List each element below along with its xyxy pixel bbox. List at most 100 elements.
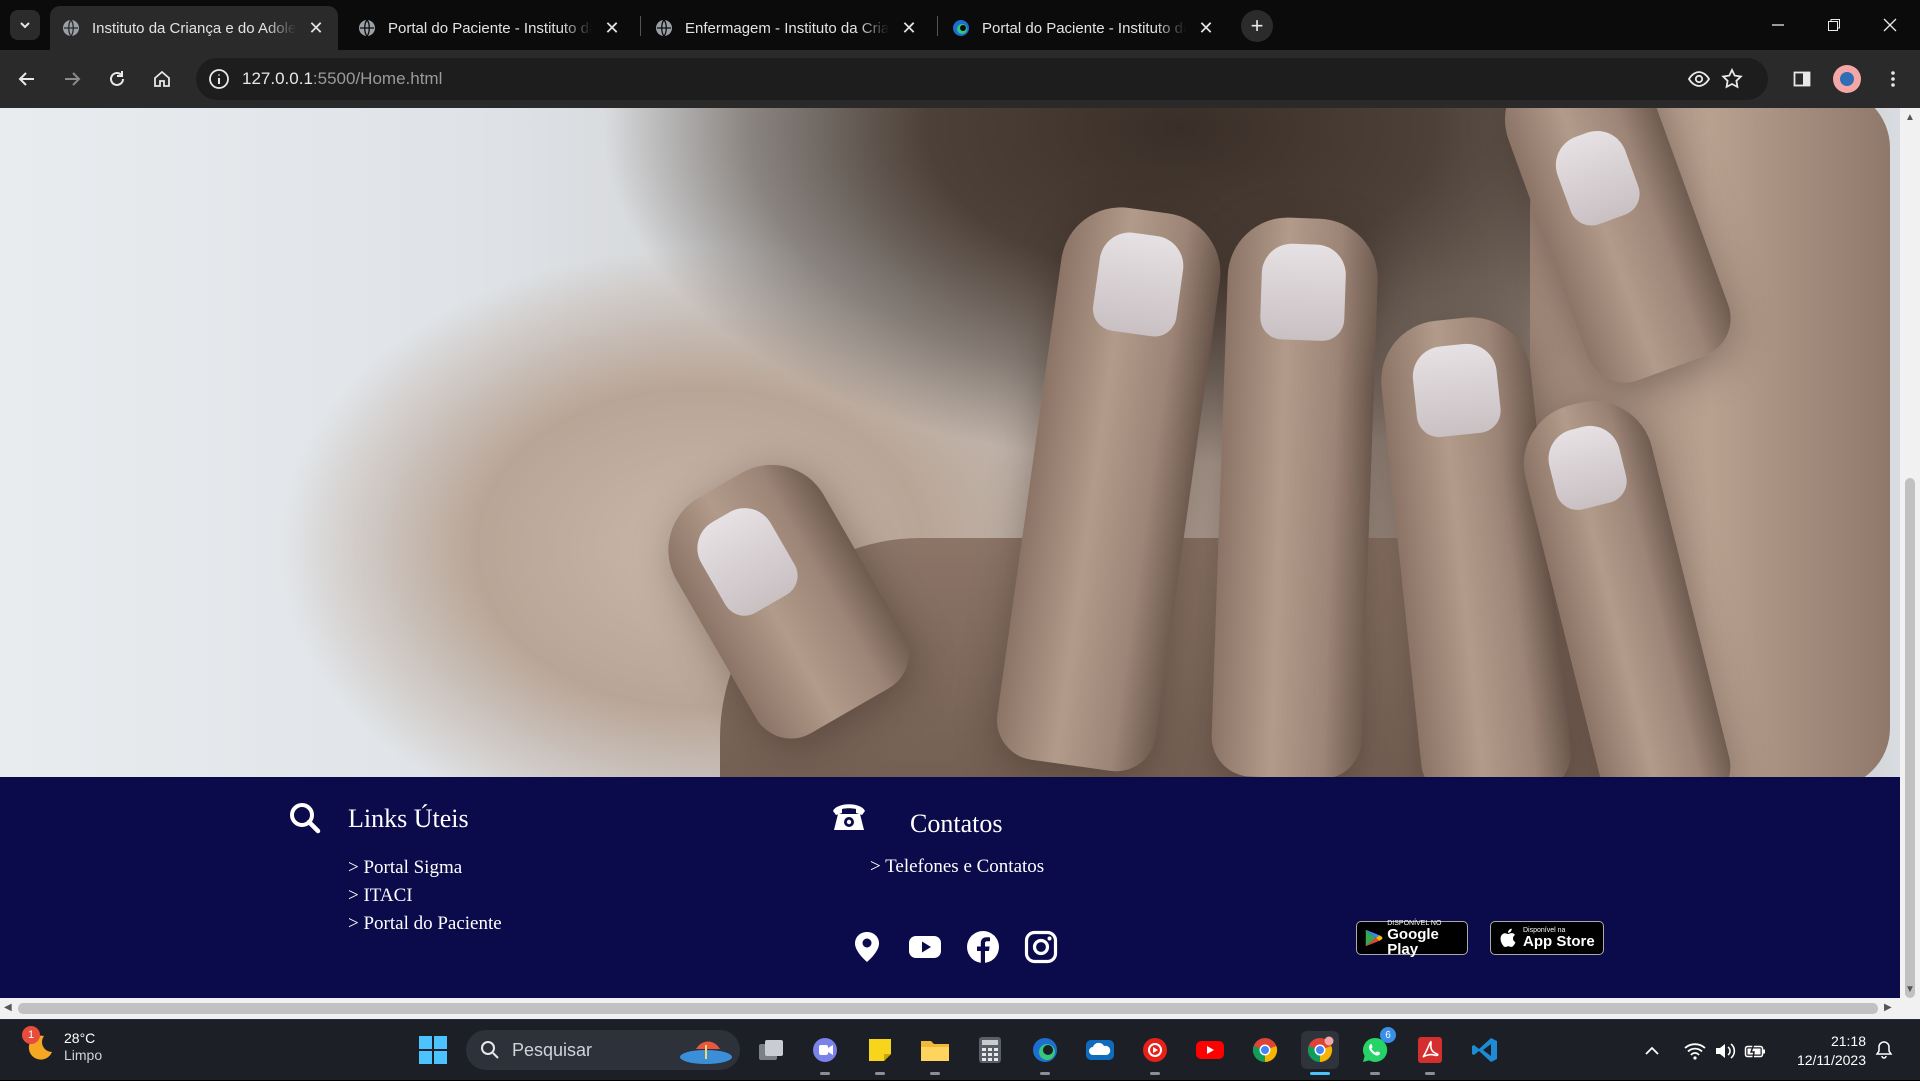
- notification-bell-icon[interactable]: [1874, 1040, 1894, 1060]
- facebook-icon[interactable]: [966, 930, 1000, 964]
- profile-avatar[interactable]: [1833, 65, 1861, 93]
- footer-link-portal-sigma[interactable]: > Portal Sigma: [348, 857, 462, 879]
- taskbar-edge[interactable]: [1026, 1031, 1064, 1075]
- photo-finger: [1210, 215, 1380, 777]
- horizontal-scroll-thumb[interactable]: [18, 1003, 1878, 1014]
- taskbar-onedrive[interactable]: [1081, 1031, 1119, 1069]
- vertical-scrollbar[interactable]: ▲ ▼: [1900, 108, 1920, 1019]
- taskbar-search[interactable]: Pesquisar: [466, 1030, 740, 1070]
- weather-widget[interactable]: 1 28°C Limpo: [22, 1025, 102, 1064]
- close-tab-icon[interactable]: ✕: [897, 16, 921, 40]
- taskbar-clock[interactable]: 21:18 12/11/2023: [1772, 1032, 1866, 1070]
- whatsapp-badge: 6: [1380, 1027, 1396, 1043]
- scroll-right-arrow-icon[interactable]: ▶: [1884, 1002, 1892, 1013]
- google-play-icon: [1365, 929, 1383, 947]
- edge-icon: [953, 20, 969, 36]
- telephone-icon: [833, 804, 865, 830]
- url-host: 127.0.0.1: [242, 69, 313, 88]
- footer-link-telefones[interactable]: > Telefones e Contatos: [870, 856, 1044, 878]
- app-running-indicator: [1150, 1072, 1160, 1075]
- star-icon[interactable]: [1720, 67, 1744, 91]
- tab-search-button[interactable]: [10, 10, 40, 40]
- badge-big-text: Google Play: [1387, 925, 1439, 958]
- photo-nail: [1547, 122, 1646, 232]
- forward-button[interactable]: [55, 62, 89, 96]
- globe-icon: [656, 19, 672, 37]
- app-store-badge[interactable]: Disponível na App Store: [1490, 921, 1604, 955]
- minimize-button[interactable]: [1750, 0, 1806, 50]
- new-tab-button[interactable]: +: [1241, 10, 1273, 42]
- tab-portal-paciente[interactable]: Portal do Paciente - Instituto da Crianç…: [346, 6, 634, 50]
- windows-start-icon[interactable]: [418, 1035, 448, 1065]
- horizontal-scrollbar[interactable]: ◀ ▶: [0, 998, 1900, 1019]
- taskbar-sticky-notes[interactable]: [861, 1031, 899, 1075]
- url-text[interactable]: 127.0.0.1:5500/Home.html: [242, 69, 442, 89]
- taskbar-task-view[interactable]: [752, 1031, 790, 1069]
- photo-nail: [1409, 340, 1503, 440]
- photo-nail: [1090, 228, 1188, 340]
- close-tab-icon[interactable]: ✕: [304, 16, 328, 40]
- vertical-scroll-thumb[interactable]: [1905, 478, 1915, 998]
- volume-icon[interactable]: [1714, 1042, 1736, 1060]
- info-icon[interactable]: [208, 68, 230, 90]
- chevron-down-icon: [20, 22, 30, 29]
- close-tab-icon[interactable]: ✕: [1194, 16, 1218, 40]
- photo-nail: [1259, 242, 1347, 342]
- tab-enfermagem[interactable]: Enfermagem - Instituto da Criança ✕: [643, 6, 931, 50]
- weather-temperature: 28°C: [64, 1030, 96, 1046]
- battery-icon[interactable]: [1744, 1042, 1766, 1060]
- restore-button[interactable]: [1806, 0, 1862, 50]
- app-running-indicator: [1370, 1072, 1380, 1075]
- taskbar-search-placeholder: Pesquisar: [512, 1039, 593, 1060]
- taskbar-chrome-profile[interactable]: [1301, 1031, 1339, 1075]
- home-button[interactable]: [145, 62, 179, 96]
- taskbar-acrobat[interactable]: [1411, 1031, 1449, 1075]
- close-window-button[interactable]: [1862, 0, 1918, 50]
- back-button[interactable]: [10, 62, 44, 96]
- address-bar[interactable]: 127.0.0.1:5500/Home.html: [196, 58, 1768, 100]
- teams-icon: [813, 1038, 837, 1062]
- photo-nail: [1542, 419, 1632, 515]
- search-icon: [290, 803, 321, 834]
- system-tray: [1644, 1020, 1766, 1081]
- taskbar-vscode[interactable]: [1466, 1031, 1504, 1069]
- google-play-badge[interactable]: DISPONÍVEL NO Google Play: [1356, 920, 1468, 958]
- clock-date: 12/11/2023: [1796, 1051, 1866, 1068]
- taskbar-teams[interactable]: [806, 1031, 844, 1075]
- page-viewport: Links Úteis > Portal Sigma > ITACI > Por…: [0, 108, 1920, 1019]
- pdf-icon: [1418, 1037, 1442, 1063]
- close-tab-icon[interactable]: ✕: [600, 16, 624, 40]
- taskbar-calculator[interactable]: [971, 1031, 1009, 1069]
- chrome-icon: [1307, 1036, 1334, 1063]
- side-panel-button[interactable]: [1785, 62, 1819, 96]
- taskbar-chrome[interactable]: [1246, 1031, 1284, 1069]
- taskbar-whatsapp[interactable]: 6: [1356, 1027, 1396, 1075]
- tab-instituto[interactable]: Instituto da Criança e do Adolescente ✕: [50, 6, 338, 50]
- instagram-icon[interactable]: [1024, 930, 1058, 964]
- footer-link-portal-paciente[interactable]: > Portal do Paciente: [348, 913, 502, 935]
- scroll-up-arrow-icon[interactable]: ▲: [1905, 112, 1915, 123]
- taskbar-file-explorer[interactable]: [916, 1031, 954, 1075]
- taskbar-youtube-music[interactable]: [1136, 1031, 1174, 1075]
- youtube-icon[interactable]: [908, 930, 942, 964]
- wifi-icon[interactable]: [1684, 1042, 1706, 1060]
- taskbar-youtube[interactable]: [1191, 1031, 1229, 1069]
- footer-link-itaci[interactable]: > ITACI: [348, 885, 413, 907]
- calculator-icon: [979, 1037, 1001, 1063]
- browser-menu-button[interactable]: [1876, 62, 1910, 96]
- tab-title: Instituto da Criança e do Adolescente: [92, 19, 296, 37]
- location-pin-icon[interactable]: [850, 930, 884, 964]
- search-icon: [481, 1041, 499, 1059]
- youtube-music-icon: [1143, 1038, 1167, 1062]
- scroll-left-arrow-icon[interactable]: ◀: [4, 1002, 12, 1013]
- scroll-down-arrow-icon[interactable]: ▼: [1905, 984, 1915, 995]
- eye-icon[interactable]: [1687, 67, 1711, 91]
- links-heading: Links Úteis: [348, 804, 469, 833]
- tab-portal-paciente-2[interactable]: Portal do Paciente - Instituto da Crianç…: [940, 6, 1228, 50]
- badge-big-text: App Store: [1523, 933, 1595, 950]
- clock-time: 21:18: [1830, 1033, 1866, 1049]
- chevron-up-icon[interactable]: [1644, 1043, 1660, 1059]
- restore-icon: [1828, 19, 1840, 31]
- reload-button[interactable]: [100, 62, 134, 96]
- app-running-indicator: [930, 1072, 940, 1075]
